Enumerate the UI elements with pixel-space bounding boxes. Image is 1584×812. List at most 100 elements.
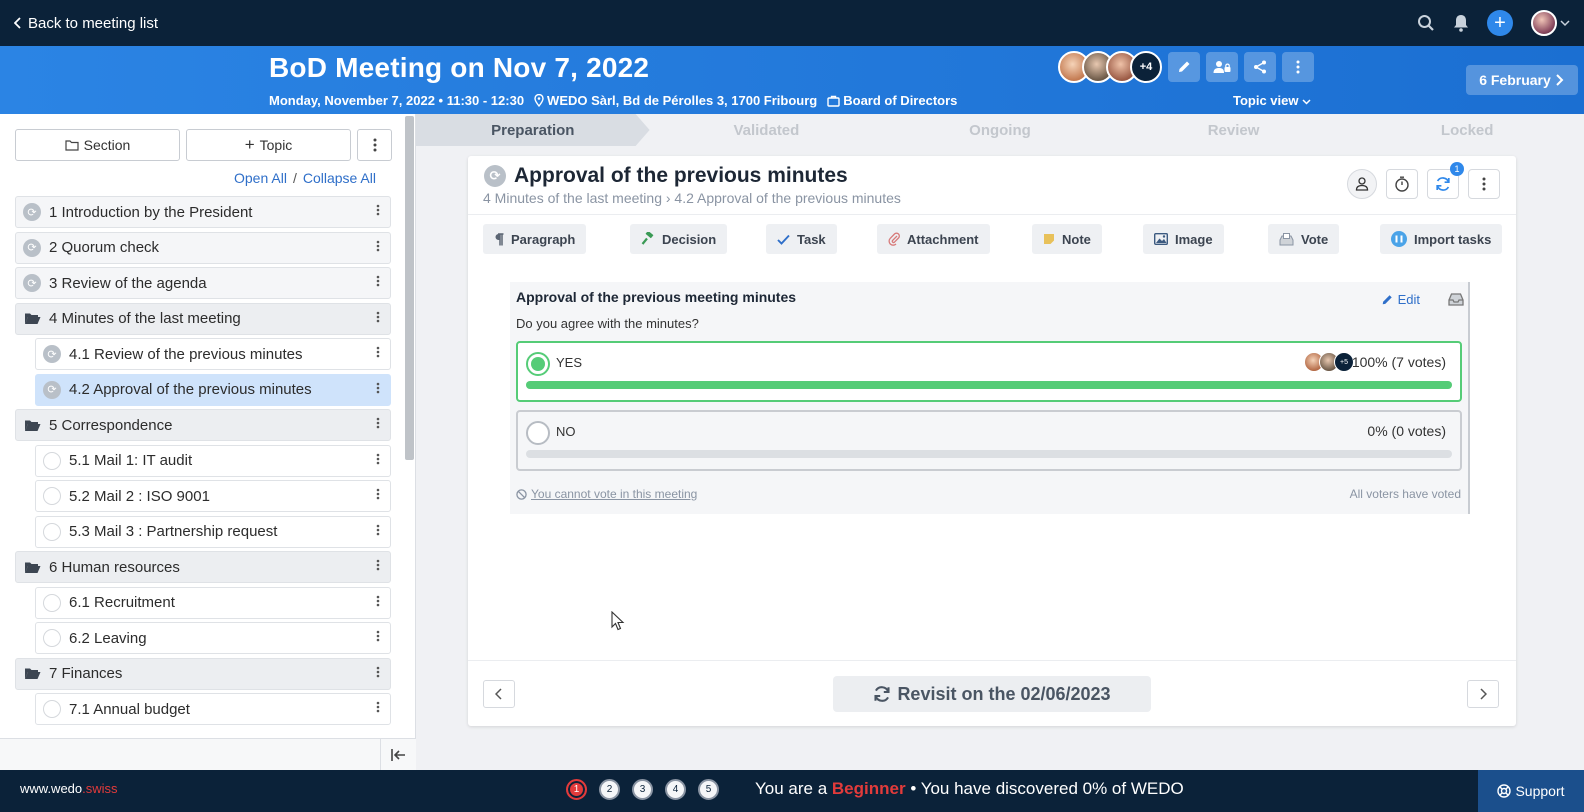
support-button[interactable]: Support [1478, 770, 1584, 812]
chevron-down-icon [1302, 99, 1311, 105]
next-topic-button[interactable] [1467, 680, 1499, 708]
agenda-topic[interactable]: ⟳ 1 Introduction by the President [15, 196, 391, 228]
insert-vote-button[interactable]: Vote [1268, 224, 1340, 254]
user-icon [1355, 177, 1369, 191]
meeting-board[interactable]: Board of Directors [827, 93, 957, 108]
agenda-section[interactable]: 4 Minutes of the last meeting [15, 302, 391, 335]
step-locked[interactable]: Locked [1350, 114, 1584, 146]
agenda-topic[interactable]: 5.2 Mail 2 : ISO 9001 [35, 480, 391, 512]
add-section-button[interactable]: Section [15, 129, 180, 161]
level-suffix: • You have discovered 0% of WEDO [910, 779, 1184, 798]
user-lock-icon [1213, 61, 1231, 73]
item-menu-icon[interactable] [376, 240, 380, 256]
item-menu-icon[interactable] [376, 417, 380, 433]
agenda-topic[interactable]: ⟳ 2 Quorum check [15, 231, 391, 264]
divider [468, 660, 1516, 661]
topic-more-button[interactable] [1468, 169, 1500, 199]
agenda-section[interactable]: 7 Finances [15, 657, 391, 690]
cannot-vote-note[interactable]: You cannot vote in this meeting [516, 487, 697, 501]
revisit-label: Revisit on the 02/06/2023 [897, 683, 1111, 704]
item-menu-icon[interactable] [376, 559, 380, 575]
agenda-topic[interactable]: 7.1 Annual budget [35, 693, 391, 725]
participants-avatars[interactable]: +4 [1058, 51, 1162, 83]
insert-note-button[interactable]: Note [1032, 224, 1102, 254]
brand-link[interactable]: www.wedo.swiss [20, 781, 118, 796]
agenda-topic[interactable]: ⟳ 3 Review of the agenda [15, 267, 391, 299]
item-menu-icon[interactable] [376, 666, 380, 682]
vote-option-yes[interactable]: YES +5 100% (7 votes) [516, 341, 1462, 402]
vote-option-no[interactable]: NO 0% (0 votes) [516, 410, 1462, 471]
onboarding-step-dot[interactable]: 3 [632, 779, 653, 800]
onboarding-step-dot[interactable]: 2 [599, 779, 620, 800]
topic-view-dropdown[interactable]: Topic view [1233, 93, 1311, 108]
item-menu-icon[interactable] [376, 311, 380, 327]
sync-status-icon: ⟳ [43, 380, 61, 399]
level-name: Beginner [831, 779, 906, 798]
item-menu-icon[interactable] [376, 630, 380, 646]
item-menu-icon[interactable] [376, 701, 380, 717]
more-options-button[interactable] [1282, 52, 1314, 82]
meeting-header: BoD Meeting on Nov 7, 2022 Monday, Novem… [0, 46, 1584, 114]
insert-decision-button[interactable]: Decision [630, 224, 728, 254]
agenda-topic[interactable]: ⟳ 4.1 Review of the previous minutes [35, 338, 391, 370]
previous-topic-button[interactable] [483, 680, 515, 708]
voters-avatars[interactable]: +5 [1304, 352, 1354, 372]
collapse-sidebar-button[interactable] [380, 739, 416, 771]
edit-vote-button[interactable]: Edit [1381, 292, 1420, 307]
bell-icon[interactable] [1453, 14, 1469, 32]
agenda-topic[interactable]: 5.1 Mail 1: IT audit [35, 444, 391, 477]
insert-task-button[interactable]: Task [766, 224, 837, 254]
item-menu-icon[interactable] [376, 204, 380, 220]
next-meeting-label: 6 February [1479, 72, 1551, 88]
step-ongoing[interactable]: Ongoing [883, 114, 1117, 146]
step-preparation[interactable]: Preparation [416, 114, 650, 146]
item-menu-icon[interactable] [376, 382, 380, 398]
repeat-button[interactable]: 1 [1427, 162, 1464, 199]
item-menu-icon[interactable] [376, 346, 380, 362]
manage-users-button[interactable] [1206, 52, 1238, 82]
edit-meeting-button[interactable] [1168, 52, 1200, 82]
open-all-link[interactable]: Open All [234, 170, 287, 186]
item-menu-icon[interactable] [376, 595, 380, 611]
item-menu-icon[interactable] [376, 488, 380, 504]
meeting-title: BoD Meeting on Nov 7, 2022 [269, 52, 650, 83]
collapse-all-link[interactable]: Collapse All [303, 170, 376, 186]
meeting-details: Monday, November 7, 2022 • 11:30 - 12:30… [269, 93, 957, 108]
step-validated[interactable]: Validated [650, 114, 884, 146]
user-menu[interactable] [1531, 10, 1570, 36]
insert-attachment-button[interactable]: Attachment [877, 224, 990, 254]
agenda-section[interactable]: 5 Correspondence [15, 409, 391, 441]
agenda-topic[interactable]: 6.1 Recruitment [35, 586, 391, 619]
inbox-icon[interactable] [1448, 292, 1464, 306]
revisit-button[interactable]: Revisit on the 02/06/2023 [833, 676, 1151, 712]
sync-icon [874, 686, 890, 702]
agenda-topic[interactable]: 5.3 Mail 3 : Partnership request [35, 515, 391, 548]
onboarding-step-dot[interactable]: 1 [566, 779, 587, 800]
next-meeting-button[interactable]: 6 February [1466, 65, 1578, 95]
item-menu-icon[interactable] [376, 453, 380, 469]
search-icon[interactable] [1417, 14, 1435, 32]
timer-button[interactable] [1386, 169, 1418, 199]
step-review[interactable]: Review [1117, 114, 1351, 146]
add-button[interactable]: + [1487, 10, 1513, 36]
agenda-topic[interactable]: 6.2 Leaving [35, 622, 391, 654]
item-menu-icon[interactable] [376, 275, 380, 291]
sidebar-scrollbar[interactable] [405, 116, 414, 460]
insert-paragraph-button[interactable]: Paragraph [483, 224, 587, 254]
onboarding-step-dot[interactable]: 4 [665, 779, 686, 800]
vote-block: Approval of the previous meeting minutes… [510, 282, 1470, 514]
share-button[interactable] [1244, 52, 1276, 82]
topic-view-label: Topic view [1233, 93, 1299, 108]
presenter-button[interactable] [1347, 169, 1377, 199]
header-buttons [1168, 52, 1314, 82]
insert-image-button[interactable]: Image [1143, 224, 1224, 254]
insert-import-tasks-button[interactable]: Import tasks [1380, 224, 1503, 254]
topic-card: ⟳ Approval of the previous minutes 4 Min… [468, 156, 1516, 726]
add-topic-button[interactable]: + Topic [186, 129, 351, 161]
onboarding-step-dot[interactable]: 5 [698, 779, 719, 800]
back-to-meeting-list-link[interactable]: Back to meeting list [14, 15, 158, 32]
agenda-section[interactable]: 6 Human resources [15, 551, 391, 583]
sidebar-more-button[interactable] [357, 129, 392, 161]
item-menu-icon[interactable] [376, 524, 380, 540]
agenda-topic[interactable]: ⟳ 4.2 Approval of the previous minutes [35, 373, 391, 406]
